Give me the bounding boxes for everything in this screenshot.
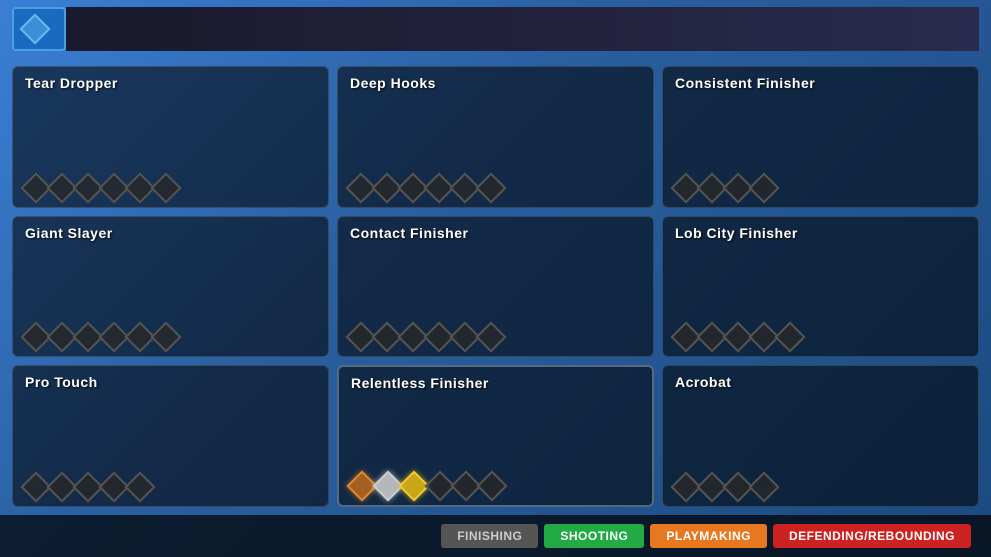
badge-diamonds bbox=[350, 326, 641, 348]
header-bar bbox=[0, 0, 991, 58]
diamond-pip bbox=[475, 322, 506, 353]
badge-card-consistent-finisher[interactable]: Consistent Finisher bbox=[662, 66, 979, 208]
badge-diamonds bbox=[675, 177, 966, 199]
diamond-pip bbox=[476, 470, 507, 501]
badge-card-lob-city-finisher[interactable]: Lob City Finisher bbox=[662, 216, 979, 358]
badge-diamonds bbox=[351, 475, 640, 497]
nav-tab-playmaking[interactable]: PLAYMAKING bbox=[650, 524, 767, 548]
diamond-pip bbox=[748, 172, 779, 203]
bottom-navigation: FINISHINGSHOOTINGPLAYMAKINGDEFENDING/REB… bbox=[0, 515, 991, 557]
badge-card-giant-slayer[interactable]: Giant Slayer bbox=[12, 216, 329, 358]
badge-points-section bbox=[122, 7, 979, 51]
badge-name: Relentless Finisher bbox=[351, 375, 640, 391]
badge-diamonds bbox=[25, 476, 316, 498]
diamond-pip bbox=[774, 322, 805, 353]
badges-grid: Tear Dropper Deep Hooks Consistent Finishe… bbox=[0, 58, 991, 515]
badge-card-deep-hooks[interactable]: Deep Hooks bbox=[337, 66, 654, 208]
badge-card-tear-dropper[interactable]: Tear Dropper bbox=[12, 66, 329, 208]
badge-name: Giant Slayer bbox=[25, 225, 316, 241]
badge-diamonds bbox=[25, 177, 316, 199]
nav-tab-finishing[interactable]: FINISHING bbox=[441, 524, 538, 548]
badge-name: Tear Dropper bbox=[25, 75, 316, 91]
badge-card-contact-finisher[interactable]: Contact Finisher bbox=[337, 216, 654, 358]
badge-diamonds bbox=[675, 326, 966, 348]
badge-diamonds bbox=[25, 326, 316, 348]
diamond-pip bbox=[150, 172, 181, 203]
nav-tab-shooting[interactable]: SHOOTING bbox=[544, 524, 644, 548]
finishing-section-label bbox=[66, 7, 122, 51]
badge-name: Lob City Finisher bbox=[675, 225, 966, 241]
diamond-pip bbox=[475, 172, 506, 203]
max-badge bbox=[12, 7, 66, 51]
badge-diamonds bbox=[675, 476, 966, 498]
diamond-pip bbox=[150, 322, 181, 353]
badge-card-pro-touch[interactable]: Pro Touch bbox=[12, 365, 329, 507]
badge-name: Acrobat bbox=[675, 374, 966, 390]
badge-diamonds bbox=[350, 177, 641, 199]
diamond-icon bbox=[19, 13, 50, 44]
badge-name: Consistent Finisher bbox=[675, 75, 966, 91]
diamond-pip bbox=[124, 471, 155, 502]
badge-name: Contact Finisher bbox=[350, 225, 641, 241]
badge-name: Deep Hooks bbox=[350, 75, 641, 91]
badge-card-acrobat[interactable]: Acrobat bbox=[662, 365, 979, 507]
badge-card-relentless-finisher[interactable]: Relentless Finisher bbox=[337, 365, 654, 507]
diamond-pip bbox=[748, 471, 779, 502]
badge-name: Pro Touch bbox=[25, 374, 316, 390]
nav-tab-defending[interactable]: DEFENDING/REBOUNDING bbox=[773, 524, 971, 548]
